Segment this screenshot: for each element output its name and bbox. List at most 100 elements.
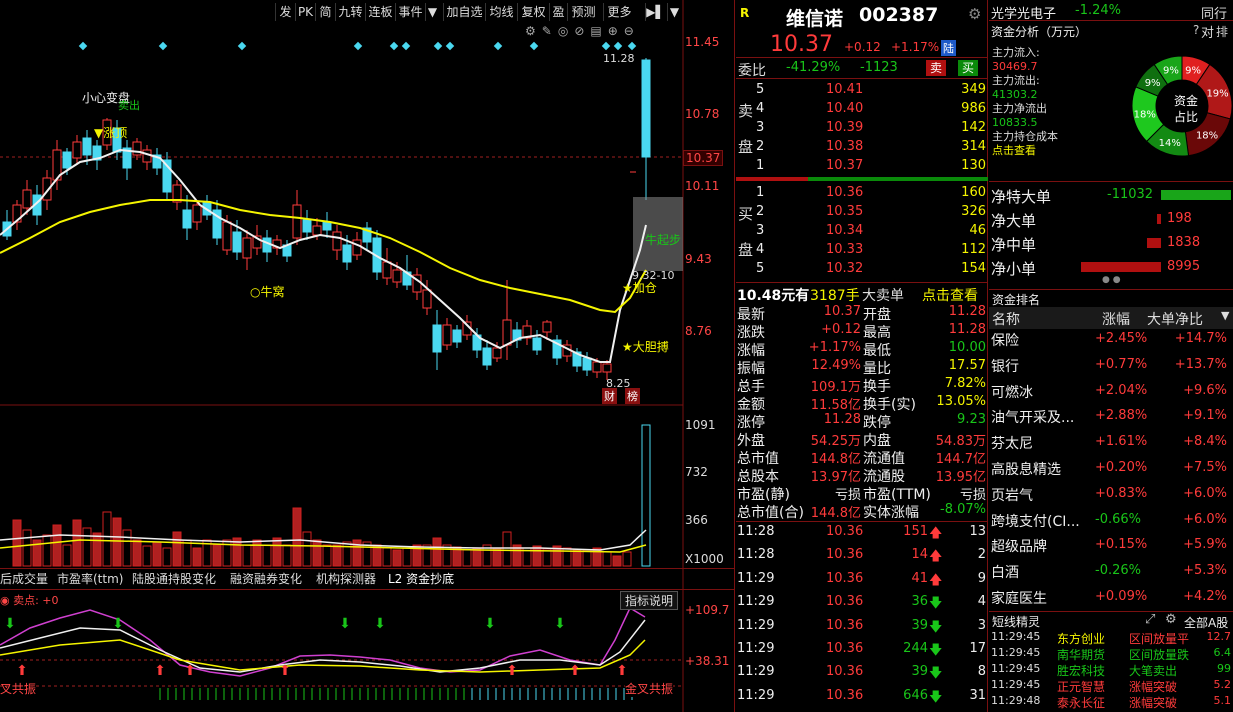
rank-net: +7.5% [1183,460,1227,475]
sell-button[interactable]: 卖 [926,60,947,76]
gear-icon[interactable]: ⚙ [1165,612,1177,627]
candle-body[interactable] [532,337,542,351]
candle-body[interactable] [422,289,432,309]
candle-body[interactable] [72,141,82,159]
event-diamond-icon[interactable] [613,41,623,51]
cost-link[interactable]: 点击查看 [992,144,1058,158]
event-diamond-icon[interactable] [493,41,503,51]
tab-northbound[interactable]: 陆股通持股变化 [132,570,216,588]
buy-button[interactable]: 买 [958,60,979,76]
candle-body[interactable] [482,347,492,366]
candle-body[interactable] [292,204,302,239]
candle-body[interactable] [192,204,202,223]
event-diamond-icon[interactable] [601,41,611,51]
event-diamond-icon[interactable] [529,41,539,51]
rank-name[interactable]: 芬太尼 [991,433,1033,453]
rank-name[interactable]: 家庭医生 [991,588,1047,608]
candle-body[interactable] [602,363,612,373]
rank-name[interactable]: 超级品牌 [991,536,1047,556]
rank-header-net[interactable]: 大单净比 [1147,309,1203,329]
short-stock[interactable]: 东方创业 [1057,630,1105,647]
rank-badge[interactable]: 榜 [625,388,640,404]
candle-body[interactable] [142,149,152,163]
tab-institution[interactable]: 机构探测器 [316,570,376,588]
event-diamond-icon[interactable] [445,41,455,51]
book-price[interactable]: 10.32 [826,261,863,276]
event-diamond-icon[interactable] [401,41,411,51]
candle-body[interactable] [312,225,322,236]
candle-body[interactable] [332,231,342,251]
sort-down-icon[interactable]: ▼ [1221,309,1229,322]
tab-pe[interactable]: 市盈率(ttm) [57,570,123,588]
candle-body[interactable] [452,329,462,343]
tab-volume[interactable]: 后成交量 [0,570,48,588]
candle-body[interactable] [342,244,352,263]
big-order-link[interactable]: 点击查看 [922,285,978,305]
candle-body[interactable] [22,189,32,209]
gear-icon[interactable]: ⚙ [968,5,981,23]
event-diamond-icon[interactable] [78,41,88,51]
short-stock[interactable]: 正元智慧 [1057,678,1105,695]
candle-body[interactable] [222,221,232,251]
short-stock[interactable]: 南华期货 [1057,646,1105,663]
page-dots[interactable]: ● ● [1102,275,1121,285]
book-price[interactable]: 10.40 [826,101,863,116]
candle-body[interactable] [502,319,512,346]
short-stock[interactable]: 胜宏科技 [1057,662,1105,679]
rank-name[interactable]: 跨境支付(CI... [991,511,1080,531]
rank-name[interactable]: 银行 [991,356,1019,376]
rank-header-pct[interactable]: 涨幅 [1102,309,1130,329]
event-diamond-icon[interactable] [353,41,363,51]
event-diamond-icon[interactable] [627,41,637,51]
candle-body[interactable] [582,357,592,371]
candle-body[interactable] [392,269,402,283]
stat-value: 11.58亿 [810,398,861,413]
candle-body[interactable] [82,137,92,156]
book-price[interactable]: 10.41 [826,82,863,97]
book-price[interactable]: 10.33 [826,242,863,257]
rank-header-name[interactable]: 名称 [992,309,1020,329]
candle-body[interactable] [62,151,72,169]
short-scope[interactable]: 全部A股 [1184,614,1228,631]
indicator-help-button[interactable]: 指标说明 [620,591,679,610]
candle-body[interactable] [262,237,272,253]
candle-body[interactable] [592,361,602,373]
finance-badge[interactable]: 财 [602,388,617,404]
tab-bottom-fishing[interactable]: L2 资金抄底 [388,570,454,588]
candle-body[interactable] [542,321,552,333]
book-price[interactable]: 10.35 [826,204,863,219]
candle-body[interactable] [352,239,362,256]
rank-name[interactable]: 高股息精选 [991,459,1061,479]
rank-name[interactable]: 白酒 [991,562,1019,582]
book-price[interactable]: 10.34 [826,223,863,238]
candle-body[interactable] [242,237,252,259]
candle-body[interactable] [322,221,332,231]
candle-body[interactable] [182,209,192,229]
candle-body[interactable] [442,324,452,346]
event-diamond-icon[interactable] [389,41,399,51]
book-price[interactable]: 10.38 [826,139,863,154]
event-diamond-icon[interactable] [158,41,168,51]
book-price[interactable]: 10.36 [826,185,863,200]
tab-margin[interactable]: 融资融券变化 [230,570,302,588]
expand-icon[interactable]: ⤢ [1145,612,1155,627]
short-stock[interactable]: 泰永长征 [1057,694,1105,711]
candle-body[interactable] [232,231,242,253]
book-price[interactable]: 10.37 [826,158,863,173]
candle-body[interactable] [492,347,502,359]
rank-name[interactable]: 保险 [991,330,1019,350]
candle-body[interactable] [382,261,392,279]
event-diamond-icon[interactable] [237,41,247,51]
fund-rank-link[interactable]: 排 [1216,23,1228,40]
candle-body[interactable] [132,141,142,156]
event-diamond-icon[interactable] [433,41,443,51]
book-price[interactable]: 10.39 [826,120,863,135]
help-icon[interactable]: ? [1193,23,1199,37]
candle-body[interactable] [641,59,651,158]
rank-name[interactable]: 油气开采及... [991,407,1074,427]
rank-name[interactable]: 页岩气 [991,485,1033,505]
rank-name[interactable]: 可燃冰 [991,382,1033,402]
kline-panel[interactable]: 发 PK 简 九转 连板 事件 ▼ 加自选 均线 复权 盈 预测 更多 ▶▌ ▼… [0,0,735,712]
candle-body[interactable] [302,219,312,233]
candle-body[interactable] [432,324,442,353]
